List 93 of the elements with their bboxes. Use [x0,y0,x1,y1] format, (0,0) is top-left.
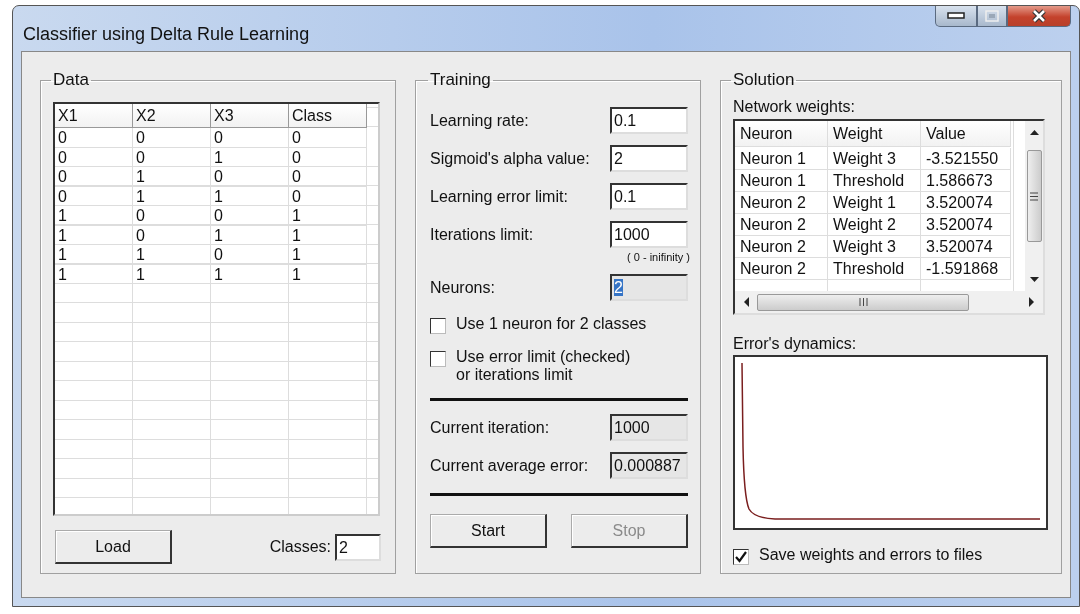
table-cell: 3.520074 [921,236,1011,258]
table-cell: Weight 3 [828,236,921,258]
group-title: Data [52,70,90,90]
text-field[interactable]: 2 [335,533,381,561]
group-title: Solution [732,70,796,90]
grip-icon [858,298,868,306]
field-label: Sigmoid's alpha value: [430,149,590,169]
text-field[interactable]: 1000 [610,221,688,248]
table-cell: 0 [133,206,211,226]
table-cell: 1 [211,147,289,167]
field-label: Neurons: [430,278,495,298]
table-cell: 0 [289,147,367,167]
table-cell: 1 [211,225,289,245]
table-cell: 1 [289,225,367,245]
table-cell: 1 [55,264,133,284]
table-cell: 0 [133,147,211,167]
table-cell: -1.591868 [921,258,1011,280]
checkbox[interactable]: Save weights and errors to files [733,546,1049,565]
table-cell: 1 [133,167,211,187]
table-cell: 1 [55,225,133,245]
table-cell: -3.521550 [921,148,1011,170]
column-header[interactable]: X3 [211,104,289,128]
table-cell: 3.520074 [921,214,1011,236]
table-cell: 0 [133,225,211,245]
table-cell: 1 [133,264,211,284]
table-cell: 1 [211,264,289,284]
column-header[interactable]: Value [921,121,1011,147]
load-button[interactable]: Load [55,530,172,564]
scroll-thumb[interactable] [1026,150,1042,242]
table-cell: 1 [133,245,211,265]
table-cell: Weight 1 [828,192,921,214]
horizontal-scrollbar[interactable] [735,291,1043,313]
table-cell: 1 [289,245,367,265]
table-cell: Threshold [828,258,921,280]
table-cell: Neuron 2 [735,236,828,258]
table-cell: 3.520074 [921,192,1011,214]
table-cell: 0 [211,167,289,187]
table-cell: Neuron 2 [735,214,828,236]
section-label: Error's dynamics: [733,335,858,353]
section-label: Network weights: [733,98,856,116]
table-cell: 1 [133,186,211,206]
field-label: Classes: [269,538,331,556]
table-cell: 0 [211,245,289,265]
group-title: Training [429,70,492,90]
close-button[interactable] [1007,6,1071,27]
checkmark-icon [735,551,747,563]
table-cell: 0 [211,128,289,148]
table-cell: 0 [289,128,367,148]
table-cell: 0 [55,128,133,148]
close-icon [1031,9,1047,23]
column-header[interactable]: X1 [55,104,133,128]
table-cell: Neuron 1 [735,148,828,170]
checkbox[interactable]: Use 1 neuron for 2 classes [430,315,688,334]
maximize-icon [985,10,999,22]
field-label: Learning rate: [430,111,529,131]
table-cell: 0 [55,167,133,187]
field-label: Current average error: [430,456,589,476]
scroll-thumb[interactable] [757,293,969,311]
vertical-scrollbar[interactable] [1025,121,1043,291]
field-label: Current iteration: [430,418,550,438]
table-cell: 1.586673 [921,170,1011,192]
table-cell: 0 [133,128,211,148]
checkbox[interactable]: Use error limit (checked) or iterations limit [430,348,688,384]
table-cell: 1 [55,245,133,265]
text-field[interactable]: 2 [610,145,688,172]
field-label: Learning error limit: [430,187,568,207]
table-cell: 0 [289,186,367,206]
field-hint: ( 0 - inifinity ) [627,251,690,263]
table-cell: Weight 2 [828,214,921,236]
table-cell: 1 [289,206,367,226]
grip-icon [1030,191,1038,201]
table-cell: Neuron 1 [735,170,828,192]
table-cell: Weight 3 [828,148,921,170]
table-cell: 0 [289,167,367,187]
maximize-button[interactable] [977,6,1007,27]
table-cell: 0 [211,206,289,226]
table-cell: 1 [289,264,367,284]
minimize-icon [947,12,965,20]
start-button[interactable]: Start [430,514,547,548]
text-field[interactable]: 0.1 [610,107,688,134]
table-cell: 1 [211,186,289,206]
field-label: Iterations limit: [430,225,534,245]
table-cell: 0 [55,147,133,167]
table-cell: 0 [55,186,133,206]
minimize-button[interactable] [935,6,977,27]
column-header[interactable]: X2 [133,104,211,128]
column-header[interactable]: Class [289,104,367,128]
table-cell: 1 [55,206,133,226]
table-cell: Neuron 2 [735,192,828,214]
table-cell: Neuron 2 [735,258,828,280]
table-cell: Threshold [828,170,921,192]
text-field[interactable]: 0.1 [610,183,688,210]
window-title: Classifier using Delta Rule Learning [23,24,310,45]
